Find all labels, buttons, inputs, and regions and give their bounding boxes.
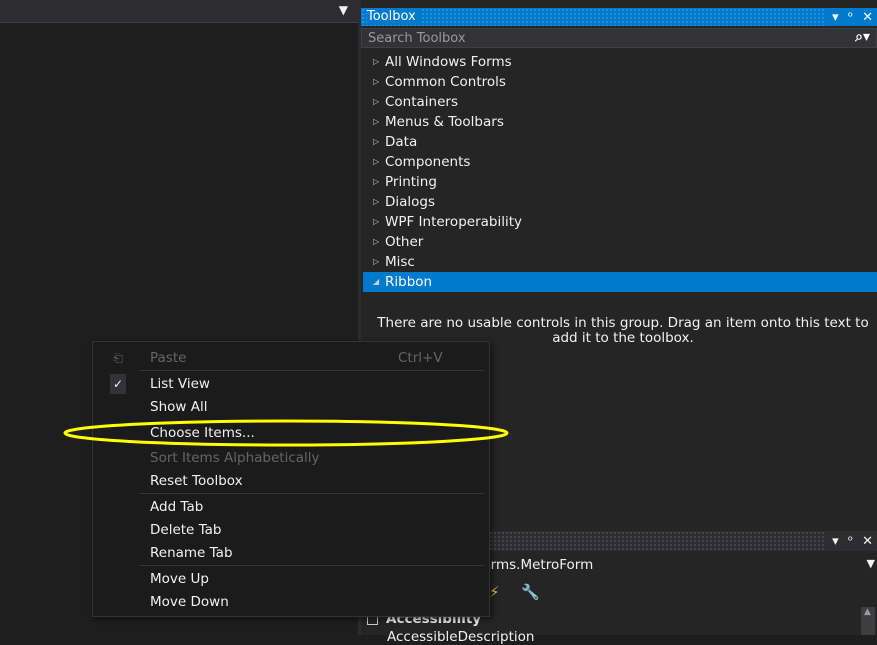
toolbox-window-controls: ▾ ᵒ ✕ [824, 8, 877, 26]
toolbox-group-label: Components [385, 154, 471, 170]
property-pages-wrench-icon[interactable]: 🔧 [521, 583, 540, 601]
toolbox-group-dialogs[interactable]: ▷ Dialogs [361, 192, 877, 212]
toolbox-group-ribbon[interactable]: ◢ Ribbon [363, 272, 877, 292]
menu-item-choose-items[interactable]: Choose Items... [93, 422, 489, 444]
toolbox-group-label: Ribbon [385, 274, 433, 290]
collapsed-arrow-icon[interactable]: ▷ [373, 92, 385, 112]
toolbox-group-printing[interactable]: ▷ Printing [361, 172, 877, 192]
checkmark-icon: ✓ [110, 374, 126, 394]
menu-item-label: Move Down [150, 594, 229, 610]
menu-item-label: Delete Tab [150, 522, 222, 538]
toolbox-group-list: ▷ All Windows Forms ▷ Common Controls ▷ Conta… [361, 52, 877, 292]
menu-item-paste[interactable]: ⎗ Paste Ctrl+V [93, 347, 489, 369]
toolbox-group-label: Containers [385, 94, 459, 110]
collapsed-arrow-icon[interactable]: ▷ [373, 72, 385, 92]
paste-icon: ⎗ [113, 351, 123, 365]
close-icon[interactable]: ✕ [862, 10, 873, 25]
menu-item-label: List View [150, 376, 210, 392]
scroll-up-icon[interactable]: ▲ [864, 607, 871, 617]
collapsed-arrow-icon[interactable]: ▷ [373, 232, 385, 252]
toolbox-group-misc[interactable]: ▷ Misc [361, 252, 877, 272]
collapsed-arrow-icon[interactable]: ▷ [373, 112, 385, 132]
collapsed-arrow-icon[interactable]: ▷ [373, 52, 385, 72]
menu-item-shortcut: Ctrl+V [398, 350, 443, 366]
menu-item-label: Sort Items Alphabetically [150, 450, 320, 466]
menu-separator [139, 493, 484, 494]
toolbox-group-label: Printing [385, 174, 437, 190]
toolbox-context-menu: ⎗ Paste Ctrl+V ✓ List View Show All Choose Ite… [92, 341, 490, 617]
menu-item-rename-tab[interactable]: Rename Tab [93, 542, 489, 564]
menu-item-label: Move Up [150, 571, 209, 587]
menu-item-label: Reset Toolbox [150, 473, 243, 489]
collapsed-arrow-icon[interactable]: ▷ [373, 252, 385, 272]
document-tab-bar: ▼ [0, 0, 358, 23]
collapsed-arrow-icon[interactable]: ▷ [373, 192, 385, 212]
menu-item-label: Add Tab [150, 499, 204, 515]
toolbox-group-label: Misc [385, 254, 415, 270]
vertical-scrollbar[interactable]: ▲ [861, 607, 875, 635]
tab-dropdown-icon[interactable]: ▼ [339, 3, 348, 17]
search-input[interactable]: Search Toolbox [368, 31, 466, 46]
toolbox-group-menus-toolbars[interactable]: ▷ Menus & Toolbars [361, 112, 877, 132]
menu-item-move-down[interactable]: Move Down [93, 591, 489, 613]
toolbox-group-label: Dialogs [385, 194, 436, 210]
pin-icon[interactable]: ᵒ [848, 10, 853, 25]
toolbox-group-other[interactable]: ▷ Other [361, 232, 877, 252]
menu-item-show-all[interactable]: Show All [93, 396, 489, 418]
menu-item-label: Paste [150, 350, 187, 366]
toolbox-group-wpf-interoperability[interactable]: ▷ WPF Interoperability [361, 212, 877, 232]
events-lightning-icon[interactable]: ⚡ [489, 583, 500, 601]
search-icon[interactable]: ⌕▾ [855, 29, 870, 45]
collapsed-arrow-icon[interactable]: ▷ [373, 132, 385, 152]
toolbox-group-containers[interactable]: ▷ Containers [361, 92, 877, 112]
toolbox-group-label: Other [385, 234, 424, 250]
properties-window-controls: ▾ ᵒ ✕ [824, 531, 877, 551]
toolbox-search-box[interactable]: Search Toolbox ⌕▾ [361, 28, 877, 48]
collapsed-arrow-icon[interactable]: ▷ [373, 212, 385, 232]
toolbox-group-label: Data [385, 134, 418, 150]
menu-item-list-view[interactable]: ✓ List View [93, 373, 489, 395]
collapsed-arrow-icon[interactable]: ▷ [373, 172, 385, 192]
toolbox-title-bar: Toolbox ▾ ᵒ ✕ [361, 8, 877, 26]
toolbox-group-components[interactable]: ▷ Components [361, 152, 877, 172]
chevron-down-icon[interactable]: ▼ [867, 557, 875, 570]
pin-icon[interactable]: ᵒ [848, 534, 853, 549]
window-position-dropdown-icon[interactable]: ▾ [832, 10, 839, 25]
menu-item-label: Show All [150, 399, 208, 415]
toolbox-group-label: Common Controls [385, 74, 506, 90]
toolbox-group-label: WPF Interoperability [385, 214, 522, 230]
menu-item-add-tab[interactable]: Add Tab [93, 496, 489, 518]
toolbox-group-common-controls[interactable]: ▷ Common Controls [361, 72, 877, 92]
toolbox-group-label: All Windows Forms [385, 54, 512, 70]
toolbox-group-all-windows-forms[interactable]: ▷ All Windows Forms [361, 52, 877, 72]
collapsed-arrow-icon[interactable]: ▷ [373, 152, 385, 172]
close-icon[interactable]: ✕ [862, 534, 873, 549]
toolbox-group-label: Menus & Toolbars [385, 114, 504, 130]
menu-separator [139, 370, 484, 371]
menu-item-label: Rename Tab [150, 545, 233, 561]
property-row[interactable]: AccessibleDescription [387, 629, 534, 645]
menu-item-delete-tab[interactable]: Delete Tab [93, 519, 489, 541]
toolbox-group-data[interactable]: ▷ Data [361, 132, 877, 152]
toolbox-title: Toolbox [367, 9, 422, 24]
menu-item-reset-toolbox[interactable]: Reset Toolbox [93, 470, 489, 492]
menu-item-move-up[interactable]: Move Up [93, 568, 489, 590]
expanded-arrow-icon[interactable]: ◢ [373, 272, 385, 292]
menu-item-sort-items-alphabetically[interactable]: Sort Items Alphabetically [93, 447, 489, 469]
window-position-dropdown-icon[interactable]: ▾ [832, 534, 839, 549]
menu-item-label: Choose Items... [150, 425, 255, 441]
menu-separator [139, 565, 484, 566]
